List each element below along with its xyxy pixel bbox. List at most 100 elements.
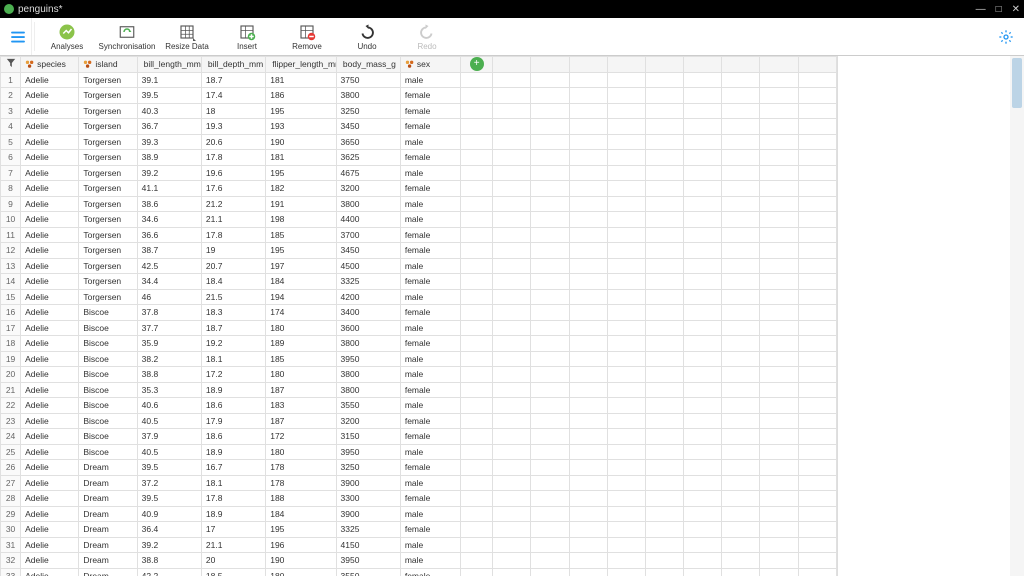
empty-cell[interactable]	[607, 568, 645, 576]
empty-cell[interactable]	[569, 537, 607, 553]
empty-cell[interactable]	[607, 134, 645, 150]
empty-cell[interactable]	[531, 522, 569, 538]
empty-cell[interactable]	[461, 537, 493, 553]
cell[interactable]: 18.1	[201, 351, 265, 367]
empty-cell[interactable]	[798, 103, 836, 119]
empty-cell[interactable]	[461, 196, 493, 212]
cell[interactable]: male	[400, 134, 460, 150]
empty-cell[interactable]	[684, 460, 722, 476]
empty-cell[interactable]	[461, 553, 493, 569]
empty-cell[interactable]	[569, 258, 607, 274]
empty-cell[interactable]	[798, 429, 836, 445]
cell[interactable]: 3750	[336, 72, 400, 88]
empty-cell[interactable]	[722, 522, 760, 538]
empty-cell[interactable]	[722, 119, 760, 135]
empty-cell[interactable]	[684, 537, 722, 553]
cell[interactable]: male	[400, 398, 460, 414]
empty-cell[interactable]	[684, 165, 722, 181]
cell[interactable]: Adelie	[21, 444, 79, 460]
empty-cell[interactable]	[760, 134, 798, 150]
empty-cell[interactable]	[645, 553, 683, 569]
row-number[interactable]: 15	[1, 289, 21, 305]
cell[interactable]: male	[400, 196, 460, 212]
empty-cell[interactable]	[645, 212, 683, 228]
cell[interactable]: Torgersen	[79, 88, 137, 104]
empty-cell[interactable]	[607, 413, 645, 429]
cell[interactable]: male	[400, 72, 460, 88]
empty-cell[interactable]	[493, 336, 531, 352]
cell[interactable]: 197	[266, 258, 336, 274]
table-row[interactable]: 9AdelieTorgersen38.621.21913800male	[1, 196, 837, 212]
empty-cell[interactable]	[645, 429, 683, 445]
empty-cell[interactable]	[531, 367, 569, 383]
empty-cell[interactable]	[645, 150, 683, 166]
cell[interactable]: Dream	[79, 506, 137, 522]
row-number[interactable]: 26	[1, 460, 21, 476]
empty-cell[interactable]	[461, 568, 493, 576]
cell[interactable]: Adelie	[21, 537, 79, 553]
empty-cell[interactable]	[607, 444, 645, 460]
empty-cell[interactable]	[531, 212, 569, 228]
empty-cell[interactable]	[607, 258, 645, 274]
empty-cell[interactable]	[645, 88, 683, 104]
empty-cell[interactable]	[531, 305, 569, 321]
empty-cell[interactable]	[645, 537, 683, 553]
empty-cell[interactable]	[607, 553, 645, 569]
cell[interactable]: 187	[266, 382, 336, 398]
cell[interactable]: 21.1	[201, 537, 265, 553]
cell[interactable]: 180	[266, 367, 336, 383]
empty-cell[interactable]	[493, 475, 531, 491]
empty-cell[interactable]	[531, 382, 569, 398]
empty-cell[interactable]	[760, 522, 798, 538]
cell[interactable]: 191	[266, 196, 336, 212]
empty-cell[interactable]	[722, 258, 760, 274]
empty-cell[interactable]	[569, 475, 607, 491]
empty-cell[interactable]	[607, 227, 645, 243]
cell[interactable]: Adelie	[21, 351, 79, 367]
cell[interactable]: male	[400, 320, 460, 336]
table-row[interactable]: 27AdelieDream37.218.11783900male	[1, 475, 837, 491]
empty-cell[interactable]	[645, 568, 683, 576]
cell[interactable]: 187	[266, 413, 336, 429]
cell[interactable]: 3800	[336, 88, 400, 104]
cell[interactable]: Adelie	[21, 475, 79, 491]
empty-cell[interactable]	[569, 212, 607, 228]
empty-cell[interactable]	[722, 537, 760, 553]
empty-cell[interactable]	[645, 444, 683, 460]
cell[interactable]: Dream	[79, 522, 137, 538]
empty-cell[interactable]	[684, 212, 722, 228]
empty-cell[interactable]	[760, 258, 798, 274]
empty-cell[interactable]	[531, 398, 569, 414]
empty-cell[interactable]	[607, 475, 645, 491]
empty-cell[interactable]	[722, 351, 760, 367]
cell[interactable]: female	[400, 413, 460, 429]
cell[interactable]: 3950	[336, 444, 400, 460]
cell[interactable]: 195	[266, 165, 336, 181]
cell[interactable]: 190	[266, 134, 336, 150]
empty-cell[interactable]	[722, 181, 760, 197]
empty-cell[interactable]	[645, 243, 683, 259]
cell[interactable]: Biscoe	[79, 336, 137, 352]
empty-cell[interactable]	[461, 351, 493, 367]
row-number[interactable]: 17	[1, 320, 21, 336]
empty-cell[interactable]	[760, 196, 798, 212]
empty-cell[interactable]	[645, 258, 683, 274]
empty-cell[interactable]	[531, 181, 569, 197]
row-number[interactable]: 20	[1, 367, 21, 383]
row-number[interactable]: 19	[1, 351, 21, 367]
cell[interactable]: male	[400, 351, 460, 367]
empty-cell[interactable]	[493, 150, 531, 166]
empty-cell[interactable]	[461, 88, 493, 104]
empty-cell[interactable]	[493, 491, 531, 507]
cell[interactable]: Adelie	[21, 165, 79, 181]
empty-cell[interactable]	[461, 444, 493, 460]
cell[interactable]: 3800	[336, 196, 400, 212]
remove-button[interactable]: Remove	[277, 18, 337, 55]
row-number[interactable]: 27	[1, 475, 21, 491]
empty-cell[interactable]	[461, 506, 493, 522]
cell[interactable]: 18.4	[201, 274, 265, 290]
empty-cell[interactable]	[461, 165, 493, 181]
table-row[interactable]: 32AdelieDream38.8201903950male	[1, 553, 837, 569]
empty-cell[interactable]	[684, 444, 722, 460]
row-number[interactable]: 23	[1, 413, 21, 429]
